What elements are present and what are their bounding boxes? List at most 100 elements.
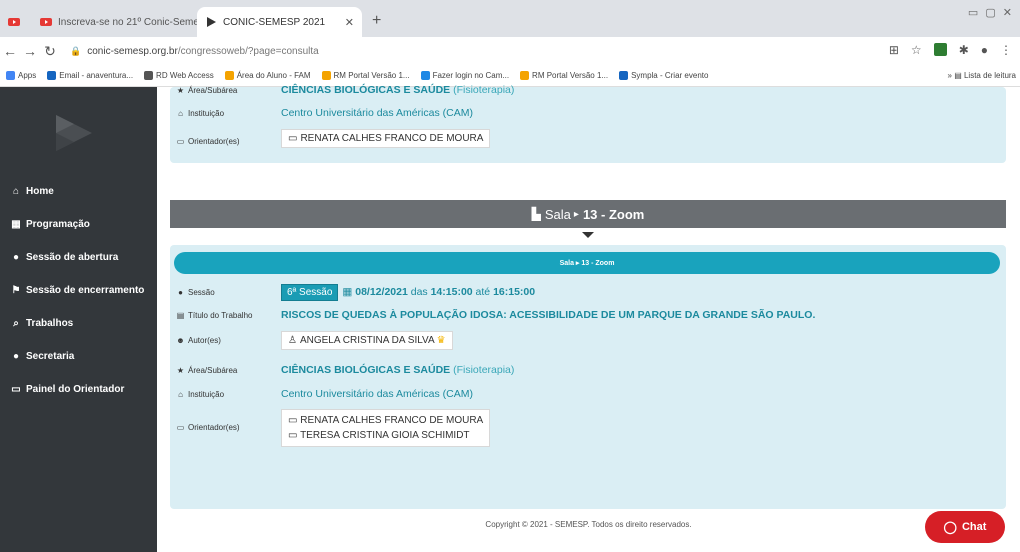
login-icon [420, 71, 430, 80]
advisor-box: ▭ RENATA CALHES FRANCO DE MOURA ▭ TERESA… [281, 409, 491, 447]
star-icon[interactable]: ☆ [911, 43, 922, 57]
author-chip: ♙ ANGELA CRISTINA DA SILVA ♛ [281, 330, 453, 350]
bookmark-login[interactable]: Fazer login no Cam... [420, 71, 509, 80]
bookmark-rm-portal-2[interactable]: RM Portal Versão 1... [520, 71, 608, 80]
info-icon: ● [12, 351, 20, 362]
room-name: 13 - Zoom [582, 206, 645, 222]
browser-tabstrip: Inscreva-se no 21º Conic-Semes ✕ CONIC-S… [0, 0, 1020, 37]
new-tab-button[interactable]: + [372, 12, 381, 30]
address-bar: ← → ↻ 🔒 conic-semesp.org.br/congressoweb… [0, 37, 1020, 65]
door-icon: ▙ [531, 207, 541, 221]
university-icon: ⌂ [178, 389, 183, 399]
chat-button[interactable]: ◯ Chat [925, 511, 1005, 543]
presenter-icon: ▭ [288, 430, 298, 441]
conic-logo-icon [205, 16, 217, 28]
bookmark-sympla[interactable]: Sympla - Criar evento [619, 71, 708, 80]
document-icon: ▤ [176, 310, 185, 320]
star-icon: ★ [176, 85, 185, 95]
author-label: ☻ Autor(es) [176, 335, 221, 345]
sympla-icon [619, 71, 629, 80]
previous-work-card: ★ Área/Subárea CIÊNCIAS BIOLÓGICAS E SAÚD… [170, 84, 1006, 163]
profile-icon[interactable]: ● [981, 43, 988, 57]
apps-icon [6, 71, 15, 80]
tab-inscreva[interactable]: Inscreva-se no 21º Conic-Semes ✕ [32, 7, 213, 37]
bookmark-email[interactable]: Email - anaventura... [47, 71, 133, 80]
advisor-list: ▭ RENATA CALHES FRANCO DE MOURA [281, 129, 491, 148]
caret-icon: ▸ [573, 208, 579, 220]
rd-icon [144, 71, 154, 80]
area-value: CIÊNCIAS BIOLÓGICAS E SAÚDE (Fisioterapi… [281, 364, 515, 376]
area-label: ★ Área/Subárea [176, 85, 238, 95]
presenter-icon: ▭ [288, 415, 298, 426]
home-icon: ⌂ [12, 186, 20, 197]
bookmark-area-aluno[interactable]: Área do Aluno - FAM [224, 71, 311, 80]
user-icon: ♙ [288, 334, 297, 346]
tab-conic-semesp[interactable]: CONIC-SEMESP 2021 ✕ [197, 7, 362, 37]
university-icon: ⌂ [178, 108, 183, 118]
flag-icon: ⚑ [11, 285, 21, 296]
bookmark-rm-portal[interactable]: RM Portal Versão 1... [321, 71, 410, 80]
back-icon[interactable]: ← [0, 43, 20, 59]
url-field[interactable]: 🔒 conic-semesp.org.br/congressoweb/?page… [70, 46, 319, 57]
url-host: conic-semesp.org.br [87, 45, 178, 57]
room-prefix: Sala [544, 206, 571, 222]
sidebar-item-programacao[interactable]: ▦ Programação [0, 208, 157, 241]
advisor-item: ▭ TERESA CRISTINA GIOIA SCHIMIDT [288, 430, 470, 441]
reload-icon[interactable]: ↻ [40, 43, 60, 60]
sidebar-item-sessao-abertura[interactable]: ● Sessão de abertura [0, 241, 157, 274]
calendar-icon: ▦ [11, 219, 21, 230]
puzzle-icon[interactable]: ✱ [959, 43, 969, 57]
circle-icon: ● [12, 252, 20, 263]
conic-logo [56, 115, 92, 151]
session-value: 6ª Sessão ▦ 08/12/2021 das 14:15:00 até 1… [281, 283, 535, 301]
chat-bubble-icon: ◯ [943, 520, 957, 534]
extension-icon[interactable] [933, 43, 947, 56]
bookmark-apps[interactable]: Apps [6, 71, 36, 80]
work-title[interactable]: RISCOS DE QUEDAS À POPULAÇÃO IDOSA: ACES… [281, 309, 815, 321]
advisor-label: ▭ Orientador(es) [176, 136, 240, 146]
crown-icon: ♛ [436, 334, 446, 346]
room-header[interactable]: ▙ Sala ▸ 13 - Zoom [170, 200, 1006, 228]
clock-icon: ● [178, 287, 183, 297]
search-icon: ⌕ [13, 318, 19, 329]
outlook-icon [47, 71, 57, 80]
sidebar-item-painel-orientador[interactable]: ▭ Painel do Orientador [0, 373, 157, 406]
forward-icon[interactable]: → [20, 43, 40, 59]
reading-list[interactable]: » ▤ Lista de leitura [948, 71, 1016, 80]
rm-icon [321, 71, 331, 80]
title-label: ▤ Título do Trabalho [176, 310, 253, 320]
institution-value: Centro Universitário das Américas (CAM) [281, 388, 473, 400]
url-path: /congressoweb/?page=consulta [177, 45, 319, 57]
sidebar-item-home[interactable]: ⌂ Home [0, 175, 157, 208]
bookmark-rd-web[interactable]: RD Web Access [144, 71, 214, 80]
lock-icon: 🔒 [70, 45, 82, 56]
rm-icon [520, 71, 530, 80]
area-label: ★ Área/Subárea [176, 365, 238, 375]
youtube-icon [8, 15, 20, 27]
window-controls[interactable]: ▭ ▢ ✕ [968, 6, 1014, 19]
tab-title: Inscreva-se no 21º Conic-Semes [58, 16, 204, 28]
calendar-icon: ▦ [342, 285, 353, 298]
room-pill: Sala ▸ 13 - Zoom [174, 252, 1000, 274]
presenter-icon: ▭ [176, 423, 185, 432]
sidebar-item-trabalhos[interactable]: ⌕ Trabalhos [0, 307, 157, 340]
translate-icon[interactable]: ⊞ [889, 43, 899, 57]
presenter-icon: ▭ [11, 384, 21, 395]
copyright-text: Copyright © 2021 - SEMESP. Todos os dire… [485, 520, 692, 529]
main-content: ★ Área/Subárea CIÊNCIAS BIOLÓGICAS E SAÚD… [157, 84, 1020, 552]
institution-label: ⌂ Instituição [176, 390, 276, 399]
session-label: ● Sessão [176, 288, 276, 297]
sidebar-item-sessao-encerramento[interactable]: ⚑ Sessão de encerramento [0, 274, 157, 307]
advisor-label: ▭ Orientador(es) [176, 423, 240, 432]
sidebar-item-secretaria[interactable]: ● Secretaria [0, 340, 157, 373]
session-card: Sala ▸ 13 - Zoom ● Sessão 6ª Sessão ▦ 08/1… [170, 245, 1006, 509]
sidebar: ⌂ Home ▦ Programação ● Sessão de abertura ⚑… [0, 87, 157, 552]
browser-actions: ⊞ ☆ ✱ ● ⋮ [889, 43, 1012, 57]
advisor-chip: ▭ RENATA CALHES FRANCO DE MOURA [281, 129, 491, 148]
presenter-icon: ▭ [176, 136, 185, 146]
close-icon[interactable]: ✕ [345, 16, 354, 29]
sidebar-menu: ⌂ Home ▦ Programação ● Sessão de abertura ⚑… [0, 175, 157, 406]
institution-label: ⌂ Instituição [176, 109, 276, 118]
menu-icon[interactable]: ⋮ [1000, 43, 1012, 57]
author-list: ♙ ANGELA CRISTINA DA SILVA ♛ [281, 330, 453, 350]
